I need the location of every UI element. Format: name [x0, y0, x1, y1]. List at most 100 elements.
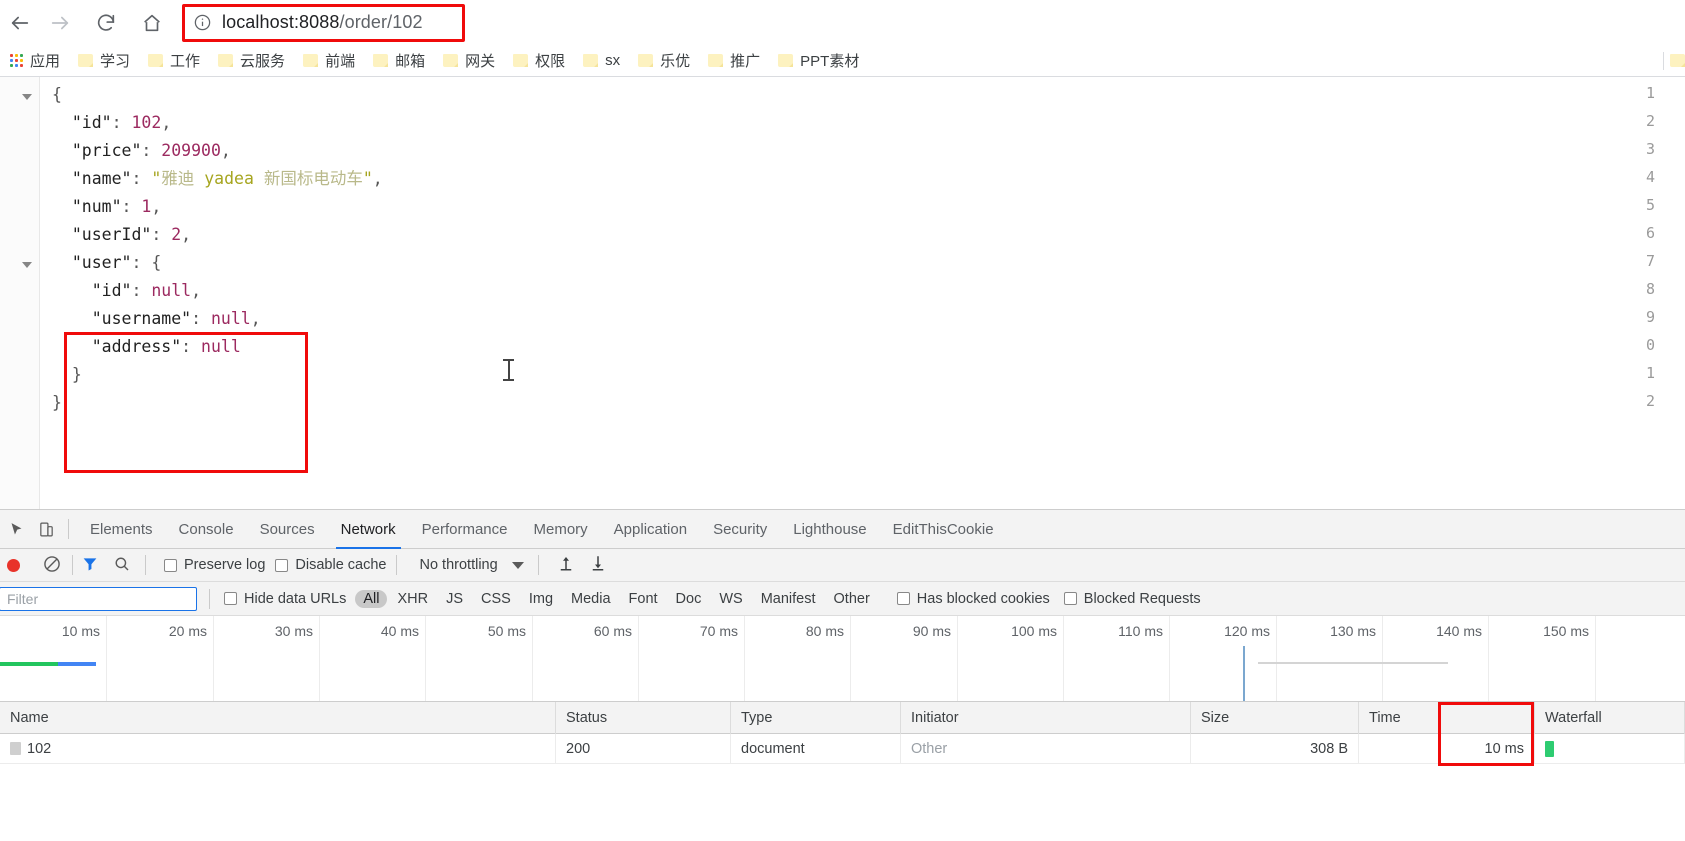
- bookmark-item[interactable]: 乐优: [630, 48, 698, 74]
- filter-type-media[interactable]: Media: [563, 590, 619, 608]
- devtools-tab-lighthouse[interactable]: Lighthouse: [780, 510, 879, 549]
- json-token: ": [151, 169, 161, 188]
- timeline-tick: [1169, 616, 1170, 702]
- folder-icon: [148, 54, 163, 67]
- bookmark-item[interactable]: 邮箱: [365, 48, 433, 74]
- devtools-tab-memory[interactable]: Memory: [521, 510, 601, 549]
- devtools-tab-network[interactable]: Network: [328, 510, 409, 549]
- tab-label: Elements: [90, 521, 153, 538]
- checkbox-box: [897, 592, 910, 605]
- bookmark-item[interactable]: 学习: [70, 48, 138, 74]
- bookmark-item[interactable]: sx: [575, 48, 628, 74]
- device-toolbar-icon[interactable]: [32, 515, 60, 543]
- checkbox-box: [164, 559, 177, 572]
- export-har-icon[interactable]: [589, 554, 611, 576]
- bookmark-item[interactable]: PPT素材: [770, 48, 867, 74]
- search-icon[interactable]: [113, 555, 133, 575]
- filter-input[interactable]: Filter: [0, 587, 197, 611]
- throttling-select[interactable]: No throttling: [419, 557, 523, 573]
- clear-icon[interactable]: [42, 554, 64, 576]
- bookmark-label: 乐优: [660, 50, 690, 71]
- filter-type-manifest[interactable]: Manifest: [753, 590, 824, 608]
- filter-type-other[interactable]: Other: [826, 590, 878, 608]
- devtools-tab-sources[interactable]: Sources: [247, 510, 328, 549]
- blocked-requests-checkbox[interactable]: Blocked Requests: [1064, 591, 1201, 607]
- json-token: "name": [72, 169, 132, 188]
- table-row[interactable]: 102200documentOther308 B10 ms: [0, 734, 1685, 764]
- bookmark-item[interactable]: 网关: [435, 48, 503, 74]
- column-header-initiator[interactable]: Initiator: [901, 702, 1191, 734]
- import-har-icon[interactable]: [557, 554, 579, 576]
- record-dot-icon: [7, 559, 20, 572]
- devtools-tab-security[interactable]: Security: [700, 510, 780, 549]
- column-header-size[interactable]: Size: [1191, 702, 1359, 734]
- filter-type-all[interactable]: All: [355, 590, 387, 608]
- column-header-name[interactable]: Name: [0, 702, 556, 734]
- bookmark-apps[interactable]: 应用: [2, 48, 68, 74]
- forward-button[interactable]: [40, 3, 80, 43]
- bookmark-item[interactable]: 云服务: [210, 48, 293, 74]
- json-token: "price": [72, 141, 142, 160]
- bookmark-label: 网关: [465, 50, 495, 71]
- funnel-icon[interactable]: [81, 555, 101, 575]
- bookmark-item[interactable]: 权限: [505, 48, 573, 74]
- json-line: "id": 102,: [52, 109, 383, 137]
- filter-type-css[interactable]: CSS: [473, 590, 519, 608]
- hide-data-urls-checkbox[interactable]: Hide data URLs: [224, 591, 346, 607]
- json-token: :: [151, 225, 171, 244]
- bookmark-item[interactable]: 前端: [295, 48, 363, 74]
- timeline-tick: [532, 616, 533, 702]
- json-token: null: [201, 337, 241, 356]
- filter-type-ws[interactable]: WS: [711, 590, 750, 608]
- devtools-tab-console[interactable]: Console: [166, 510, 247, 549]
- preserve-log-checkbox[interactable]: Preserve log: [164, 557, 265, 573]
- back-button[interactable]: [0, 3, 40, 43]
- devtools-tab-application[interactable]: Application: [601, 510, 700, 549]
- devtools-tab-elements[interactable]: Elements: [77, 510, 166, 549]
- address-bar[interactable]: localhost:8088/order/102: [182, 6, 465, 40]
- network-timeline-overview[interactable]: 10 ms20 ms30 ms40 ms50 ms60 ms70 ms80 ms…: [0, 616, 1685, 702]
- filter-type-img[interactable]: Img: [521, 590, 561, 608]
- preserve-log-label: Preserve log: [184, 557, 265, 573]
- omnibox[interactable]: localhost:8088/order/102: [182, 6, 465, 40]
- folder-icon-overflow[interactable]: [1670, 54, 1685, 67]
- json-token: ,: [251, 309, 261, 328]
- folder-icon: [778, 54, 793, 67]
- timeline-tick-label: 40 ms: [381, 623, 425, 639]
- bookmark-item[interactable]: 工作: [140, 48, 208, 74]
- devtools-tab-performance[interactable]: Performance: [409, 510, 521, 549]
- json-token: yadea: [204, 169, 254, 188]
- has-blocked-cookies-checkbox[interactable]: Has blocked cookies: [897, 591, 1050, 607]
- info-circle-icon[interactable]: [192, 13, 212, 33]
- line-number: 0: [1625, 336, 1655, 354]
- document-icon: [10, 742, 21, 755]
- apps-grid-icon: [10, 54, 23, 67]
- column-header-type[interactable]: Type: [731, 702, 901, 734]
- json-token: }: [72, 365, 82, 384]
- column-header-time-value[interactable]: [1439, 702, 1535, 734]
- column-header-time[interactable]: Time: [1359, 702, 1439, 734]
- cell-time-value: 10 ms: [1439, 734, 1535, 764]
- reload-button[interactable]: [86, 3, 126, 43]
- filter-type-xhr[interactable]: XHR: [389, 590, 436, 608]
- column-header-status[interactable]: Status: [556, 702, 731, 734]
- checkbox-box: [224, 592, 237, 605]
- disable-cache-checkbox[interactable]: Disable cache: [275, 557, 386, 573]
- fold-arrow-icon[interactable]: [22, 262, 32, 268]
- home-button[interactable]: [132, 3, 172, 43]
- json-token: "user": [72, 253, 132, 272]
- record-button[interactable]: [0, 559, 30, 572]
- inspect-element-icon[interactable]: [2, 515, 30, 543]
- filter-divider: [209, 589, 210, 609]
- fold-arrow-icon[interactable]: [22, 94, 32, 100]
- filter-type-doc[interactable]: Doc: [668, 590, 710, 608]
- devtools-tab-editthiscookie[interactable]: EditThisCookie: [880, 510, 1007, 549]
- filter-type-js[interactable]: JS: [438, 590, 471, 608]
- tab-label: Security: [713, 521, 767, 538]
- timeline-tick-label: 100 ms: [1011, 623, 1063, 639]
- bookmark-item[interactable]: 推广: [700, 48, 768, 74]
- column-header-waterfall[interactable]: Waterfall: [1535, 702, 1685, 734]
- filter-type-font[interactable]: Font: [621, 590, 666, 608]
- timeline-tick-label: 140 ms: [1436, 623, 1488, 639]
- bookmark-label: 权限: [535, 50, 565, 71]
